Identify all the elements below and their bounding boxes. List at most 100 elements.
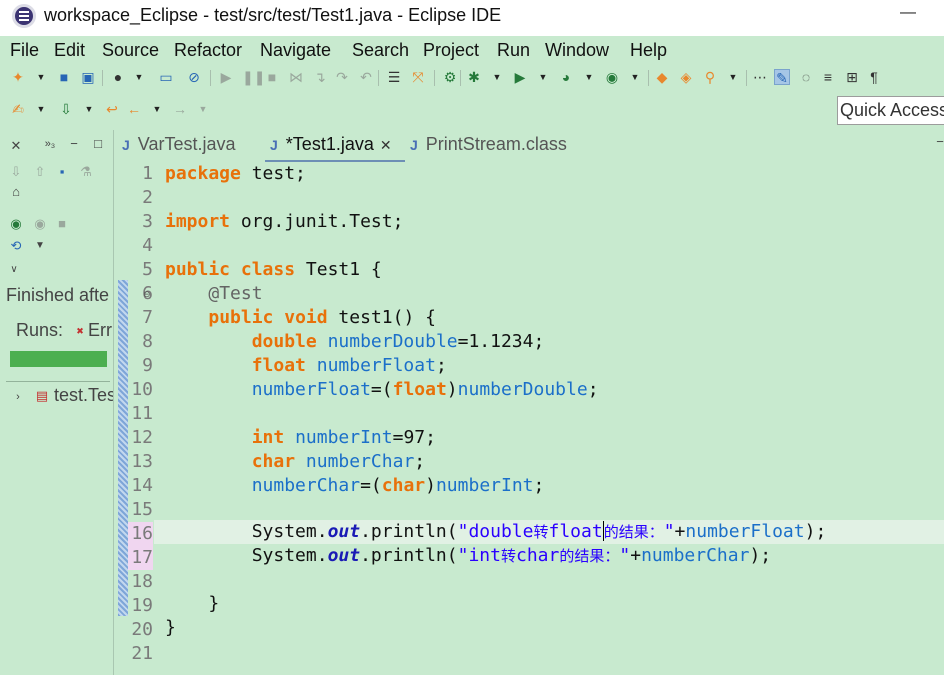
code-line: System.out.println("double转float的结果："+nu…	[251, 521, 827, 542]
editor-minimize-icon[interactable]: −	[932, 134, 944, 150]
external-tools-dropdown-icon[interactable]: ▼	[630, 69, 640, 85]
monitor-icon[interactable]: ▭	[158, 69, 174, 85]
code-line: float numberFloat;	[251, 355, 447, 376]
coverage-dropdown-icon[interactable]: ▼	[584, 69, 594, 85]
last-edit-location-icon[interactable]: ↩	[104, 101, 120, 117]
user-icon[interactable]: ●	[110, 69, 126, 85]
next-failure-icon[interactable]: ⇩	[8, 164, 24, 180]
toggle-breadcrumb-icon[interactable]: ⋯	[752, 69, 768, 85]
line-number-gutter: 1 2 3 4 5 6 7 8 9 10 11 12 13 14 15 16 1…	[128, 162, 153, 675]
menu-refactor[interactable]: Refactor	[174, 40, 242, 61]
menu-source[interactable]: Source	[102, 40, 159, 61]
next-annotation-icon[interactable]: ⇩	[58, 101, 74, 117]
user-dropdown-icon[interactable]: ▼	[134, 69, 144, 85]
disconnect-icon[interactable]: ⋈	[288, 69, 304, 85]
test-progress-bar	[10, 351, 107, 367]
resume-icon[interactable]: ▶	[218, 69, 234, 85]
minimize-view-icon[interactable]: −	[66, 136, 82, 152]
menu-help[interactable]: Help	[630, 40, 667, 61]
menu-run[interactable]: Run	[497, 40, 530, 61]
previous-failure-icon[interactable]: ⇧	[32, 164, 48, 180]
menu-edit[interactable]: Edit	[54, 40, 85, 61]
run-dropdown-icon[interactable]: ▼	[538, 69, 548, 85]
next-annotation-dropdown-icon[interactable]: ▼	[84, 101, 94, 117]
tab-printstream[interactable]: J PrintStream.class	[410, 134, 567, 162]
back-icon[interactable]: ←	[126, 101, 142, 117]
menu-project[interactable]: Project	[423, 40, 479, 61]
code-line: System.out.println("int转char的结果："+number…	[251, 545, 772, 566]
debug-dropdown-icon[interactable]: ▼	[492, 69, 502, 85]
use-step-filters-icon[interactable]: ⤧	[410, 69, 426, 85]
view-overflow-icon[interactable]: »₃	[42, 136, 58, 152]
skip-breakpoints-icon[interactable]: ⊘	[186, 69, 202, 85]
quick-access-input[interactable]: Quick Access	[837, 96, 944, 125]
tab-vartest[interactable]: J VarTest.java	[122, 134, 236, 162]
external-tools-icon[interactable]: ◉	[604, 69, 620, 85]
rerun-failed-icon[interactable]: ◉	[32, 216, 48, 232]
new-java-project-icon[interactable]: ◆	[654, 69, 670, 85]
code-line: }	[208, 593, 220, 614]
search-dropdown-icon[interactable]: ▼	[728, 69, 738, 85]
menu-window[interactable]: Window	[545, 40, 609, 61]
scroll-lock-icon[interactable]: ⚗	[78, 164, 94, 180]
drop-frame-icon[interactable]: ☰	[386, 69, 402, 85]
minimize-button[interactable]: —	[896, 0, 920, 30]
history-icon[interactable]: ⌂	[8, 184, 24, 200]
show-whitespace-icon[interactable]: ⊞	[844, 69, 860, 85]
debug-icon[interactable]: ✱	[466, 69, 482, 85]
expand-chevron-icon[interactable]: ›	[10, 389, 26, 405]
step-over-icon[interactable]: ↷	[334, 69, 350, 85]
menu-bar: File Edit Source Refactor Navigate Searc…	[0, 36, 944, 64]
coverage-icon[interactable]: ◕	[558, 69, 574, 85]
maximize-view-icon[interactable]: □	[90, 136, 106, 152]
errors-label: Err	[88, 320, 112, 340]
code-line: numberFloat=(float)numberDouble;	[251, 379, 599, 400]
editor-tab-bar: J VarTest.java J *Test1.java ✕ J PrintStream…	[114, 130, 944, 162]
save-all-icon[interactable]: ▣	[80, 69, 96, 85]
menu-file[interactable]: File	[10, 40, 39, 61]
code-area[interactable]: package test; import org.junit.Test; pub…	[154, 162, 944, 675]
test-history-icon[interactable]: ⟲	[8, 238, 24, 254]
code-editor[interactable]: 1 2 3 4 5 6 7 8 9 10 11 12 13 14 15 16 1…	[114, 162, 944, 675]
mark-occurrences-icon[interactable]: ✎	[774, 69, 790, 86]
back-dropdown-icon[interactable]: ▼	[152, 101, 162, 117]
code-line: char numberChar;	[251, 451, 426, 472]
menu-navigate[interactable]: Navigate	[260, 40, 331, 61]
view-menu-icon[interactable]: ∨	[6, 262, 22, 278]
profile-icon[interactable]: ⚙	[442, 69, 458, 85]
block-selection-icon[interactable]: ◌	[798, 69, 814, 85]
code-line: @Test	[208, 283, 263, 304]
step-into-icon[interactable]: ↴	[312, 69, 328, 85]
pilcrow-icon[interactable]: ¶	[866, 69, 882, 85]
save-icon[interactable]: ■	[56, 69, 72, 85]
history-dropdown-icon[interactable]: ▼	[32, 238, 48, 254]
secondary-toolbar: ✍ ▼ ⇩ ▼ ↩ ← ▼ → ▼ Quick Access	[0, 92, 944, 130]
close-view-icon[interactable]: ✕	[8, 138, 24, 154]
suspend-icon[interactable]: ❚❚	[242, 69, 265, 85]
terminate-icon[interactable]: ■	[264, 69, 280, 85]
menu-search[interactable]: Search	[352, 40, 409, 61]
stop-icon[interactable]: ■	[54, 216, 70, 232]
close-tab-icon[interactable]: ✕	[380, 137, 392, 153]
test-tree-item[interactable]: test.Tes	[54, 385, 113, 406]
step-return-icon[interactable]: ↶	[358, 69, 374, 85]
class-file-icon: J	[410, 137, 418, 153]
new-icon[interactable]: ✦	[10, 69, 26, 85]
code-line: import org.junit.Test;	[165, 211, 404, 232]
code-line: package test;	[165, 163, 306, 184]
run-icon[interactable]: ▶	[512, 69, 528, 85]
open-type-icon[interactable]: ◈	[678, 69, 694, 85]
forward-dropdown-icon[interactable]: ▼	[198, 101, 208, 117]
forward-icon[interactable]: →	[172, 101, 188, 117]
word-wrap-icon[interactable]: ≡	[820, 69, 836, 85]
show-failures-only-icon[interactable]: ▪	[54, 164, 70, 180]
code-line: int numberInt=97;	[251, 427, 436, 448]
new-dropdown-icon[interactable]: ▼	[36, 69, 46, 85]
fold-toggle-icon[interactable]: ⊖	[143, 289, 151, 300]
code-line: double numberDouble=1.1234;	[251, 331, 545, 352]
tab-test1[interactable]: J *Test1.java ✕	[270, 134, 392, 162]
search-icon[interactable]: ⚲	[702, 69, 718, 85]
rerun-icon[interactable]: ◉	[8, 216, 24, 232]
annotation-dropdown-icon[interactable]: ▼	[36, 101, 46, 117]
annotation-icon[interactable]: ✍	[10, 101, 26, 117]
